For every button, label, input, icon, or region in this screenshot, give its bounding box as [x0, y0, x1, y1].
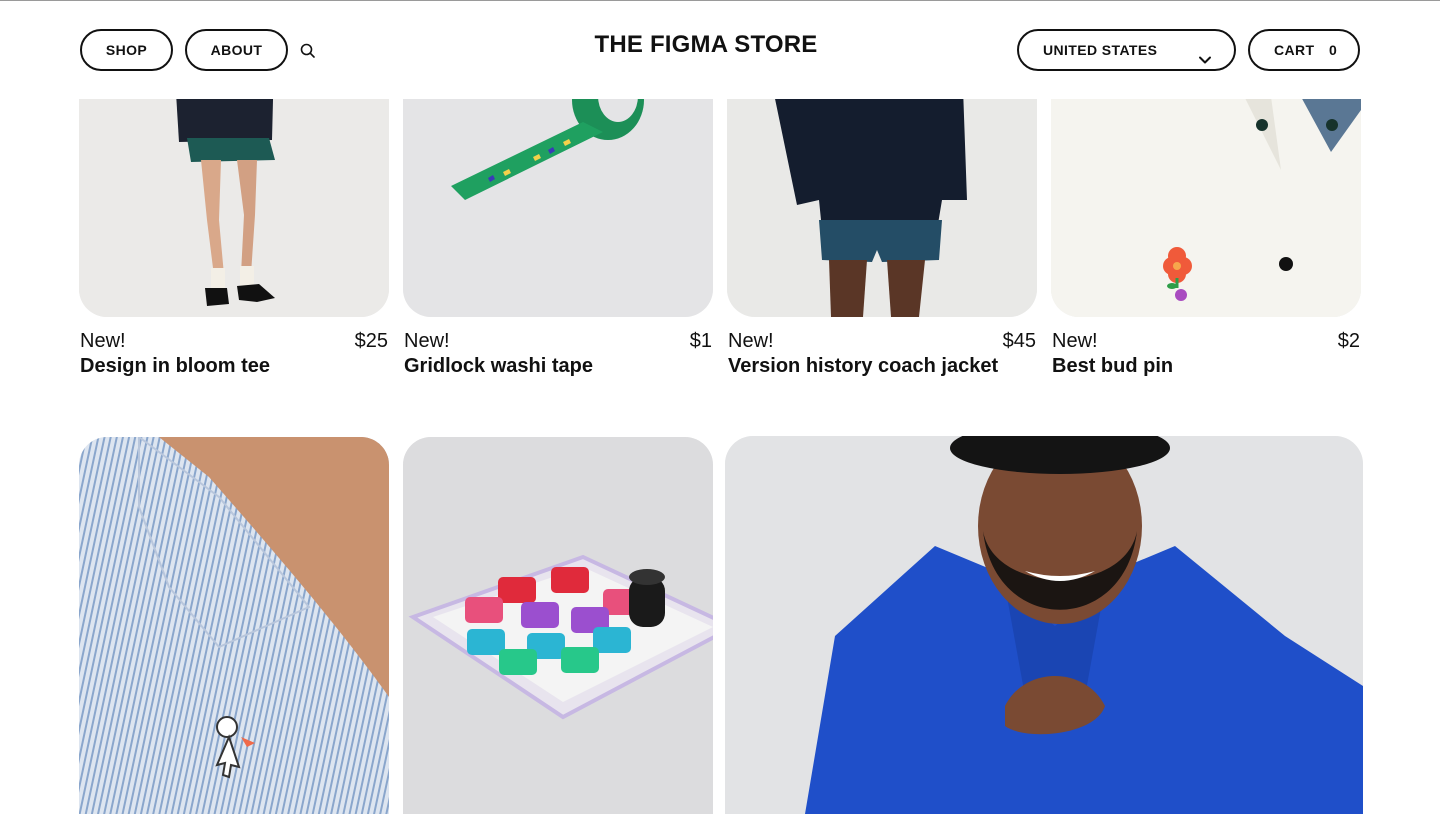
- product-card-caption[interactable]: New! $1 Gridlock washi tape: [404, 330, 712, 382]
- product-image-macro-keypad[interactable]: [403, 437, 713, 814]
- product-price: $1: [689, 330, 712, 352]
- site-header: SHOP ABOUT THE FIGMA STORE UNITED STATES…: [0, 1, 1440, 99]
- about-button[interactable]: ABOUT: [185, 29, 288, 71]
- product-card-caption[interactable]: New! $45 Version history coach jacket: [728, 330, 1036, 382]
- chevron-down-icon: [1198, 43, 1212, 64]
- product-name[interactable]: Best bud pin: [1052, 355, 1173, 378]
- new-badge: New!: [404, 330, 450, 352]
- product-image-blue-jacket[interactable]: [725, 436, 1363, 814]
- man-blue-jacket-illustration: [725, 436, 1363, 814]
- product-card-caption[interactable]: New! $2 Best bud pin: [1052, 330, 1360, 382]
- new-badge: New!: [728, 330, 774, 352]
- product-price: $45: [1002, 330, 1036, 352]
- cart-button[interactable]: CART 0: [1248, 29, 1360, 71]
- product-price: $2: [1337, 330, 1360, 352]
- shop-button[interactable]: SHOP: [80, 29, 173, 71]
- country-selector[interactable]: UNITED STATES: [1017, 29, 1236, 71]
- striped-shirt-pin-illustration: [79, 437, 389, 814]
- new-badge: New!: [80, 330, 126, 352]
- cart-count: 0: [1329, 42, 1338, 58]
- product-price: $25: [354, 330, 388, 352]
- product-card-caption[interactable]: New! $25 Design in bloom tee: [80, 330, 388, 382]
- product-name[interactable]: Design in bloom tee: [80, 355, 270, 378]
- search-icon[interactable]: [299, 42, 317, 60]
- product-name[interactable]: Version history coach jacket: [728, 355, 998, 378]
- product-name[interactable]: Gridlock washi tape: [404, 355, 593, 378]
- new-badge: New!: [1052, 330, 1098, 352]
- store-logo[interactable]: THE FIGMA STORE: [520, 31, 892, 59]
- product-image-cursor-pin[interactable]: [79, 437, 389, 814]
- country-label: UNITED STATES: [1043, 42, 1158, 58]
- cart-label: CART: [1274, 42, 1315, 58]
- keypad-illustration: [403, 437, 713, 814]
